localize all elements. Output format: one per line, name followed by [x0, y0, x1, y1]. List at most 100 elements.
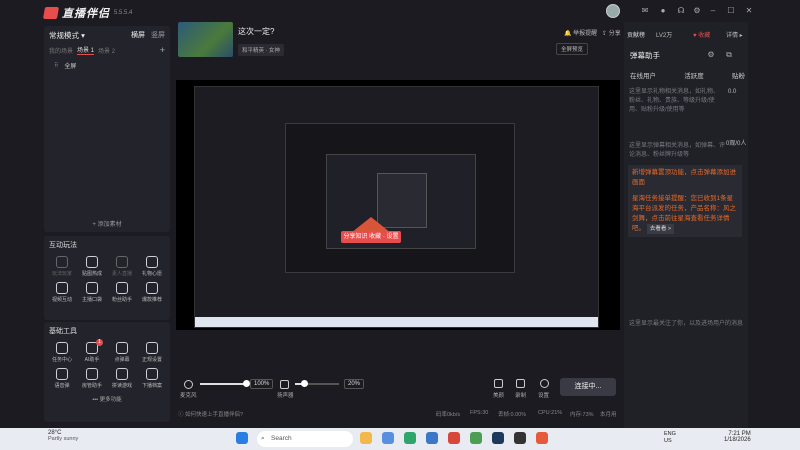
interactive-item[interactable]: 视频互动	[47, 282, 77, 303]
notification-badge: 1	[96, 339, 103, 346]
mic-volume-value[interactable]: 100%	[250, 379, 274, 389]
speaker-volume-value[interactable]: 20%	[344, 379, 365, 389]
interactive-item[interactable]: 素人直播	[107, 256, 137, 277]
contribution-rank-label[interactable]: 贡献榜	[627, 30, 645, 39]
interactive-item[interactable]: 玩法玩家	[47, 256, 77, 277]
microphone-icon[interactable]	[184, 380, 193, 389]
tool-item[interactable]: 房管助手	[77, 368, 107, 389]
tab-activity[interactable]: 活跃度	[684, 70, 704, 80]
windows-start-icon[interactable]	[236, 432, 248, 444]
settings-gear-icon[interactable]	[540, 379, 549, 388]
source-item[interactable]: ⠿ 全屏	[44, 55, 170, 76]
tool-item-icon	[146, 368, 158, 380]
tool-item-label: 拼读游戏	[111, 383, 132, 389]
scene-tab-2[interactable]: 场景 2	[98, 46, 115, 55]
minimize-icon[interactable]: –	[708, 6, 718, 16]
interactive-item-icon	[86, 282, 98, 294]
taskbar-search[interactable]: ⌕ Search	[257, 431, 353, 447]
gift-message-placeholder: 这里显示礼物相关消息，如礼物、粉丝、礼物、贵族、等级升级/使用、贴粉升级/使用等	[629, 89, 720, 113]
tab-portrait[interactable]: 竖屏	[151, 32, 165, 39]
danmaku-settings-icon[interactable]: ⚙	[706, 50, 716, 60]
stream-preview[interactable]: 分享知识 收藏 · 设置	[176, 80, 620, 330]
interactive-item[interactable]: 爆款推荐	[137, 282, 167, 303]
add-source-button[interactable]: + 添加素材	[44, 219, 170, 228]
report-button[interactable]: 🔔 举报提醒	[564, 28, 597, 37]
tab-landscape[interactable]: 横屏	[131, 32, 145, 39]
notice-task[interactable]: 星海任务接单提醒：您已收到1条星海平台派发的任务，产品名称：风之剑舞，点击前往星…	[628, 191, 742, 237]
stream-cover[interactable]	[178, 22, 233, 57]
interactive-item[interactable]: 粉丝助手	[107, 282, 137, 303]
tool-item-label: 房管助手	[81, 383, 102, 389]
record-label[interactable]: 录制	[515, 391, 526, 399]
stream-category[interactable]: 和平精英 · 女神	[238, 44, 284, 56]
app-icon-1[interactable]	[448, 432, 460, 444]
app-icon-2[interactable]	[470, 432, 482, 444]
interactive-item[interactable]: 贴图热成	[77, 256, 107, 277]
settings-icon[interactable]: ⚙	[692, 6, 702, 16]
edge-icon[interactable]	[404, 432, 416, 444]
settings-label[interactable]: 设置	[538, 391, 549, 399]
bitrate-status: 码率0kb/s	[436, 412, 461, 418]
headset-icon[interactable]: ☊	[676, 6, 686, 16]
interactive-item[interactable]: 主播口袋	[77, 282, 107, 303]
preview-nested-window: 分享知识 收藏 · 设置	[285, 123, 515, 273]
favorite-button[interactable]: ♥ 收藏	[693, 30, 710, 39]
tool-item-label: 语音弹	[54, 383, 70, 389]
preview-taskbar	[195, 317, 598, 327]
notification-icon[interactable]: ●	[658, 6, 668, 16]
app-logo: 直播伴侣 5.5.5.4	[42, 5, 132, 21]
more-functions-button[interactable]: ••• 更多功能	[44, 391, 170, 407]
weather-widget[interactable]: 28°C Partly sunny	[48, 430, 78, 442]
notice-more-button[interactable]: 去看看 >	[646, 224, 675, 234]
tool-item[interactable]: 任务中心	[47, 342, 77, 363]
notice-pin-feature[interactable]: 新增弹幕置顶功能，点击弹幕添加进画面	[628, 165, 742, 191]
tool-item[interactable]: 正规设置	[137, 342, 167, 363]
tool-item[interactable]: 拼读游戏	[107, 368, 137, 389]
store-icon[interactable]	[426, 432, 438, 444]
maximize-icon[interactable]: ☐	[726, 6, 736, 16]
os-taskbar	[0, 428, 800, 450]
tool-item[interactable]: 语音弹	[47, 368, 77, 389]
record-icon[interactable]	[516, 379, 525, 388]
danmaku-title: 弹幕助手	[630, 51, 660, 60]
avatar[interactable]	[606, 4, 620, 18]
steam-icon[interactable]	[492, 432, 504, 444]
connect-button[interactable]: 连接中...	[560, 378, 616, 396]
share-button[interactable]: ⇪ 分享	[602, 28, 621, 37]
tool-item[interactable]: AI助手 1	[77, 339, 107, 363]
rank-badge[interactable]: LV2万	[656, 30, 672, 39]
mic-label: 麦克风	[180, 393, 197, 399]
tool-item[interactable]: 下播档案	[137, 368, 167, 389]
clock[interactable]: 7:21 PM 1/18/2026	[724, 431, 751, 443]
tool-item[interactable]: 点弹幕	[107, 342, 137, 363]
stream-title[interactable]: 这次一定?	[238, 26, 274, 37]
interactive-item[interactable]: 礼物心愿	[137, 256, 167, 277]
add-scene-button[interactable]: +	[160, 45, 165, 55]
file-explorer-icon[interactable]	[360, 432, 372, 444]
close-icon[interactable]: ✕	[744, 6, 754, 16]
fullscreen-preview-button[interactable]: 全屏预览	[556, 43, 589, 55]
beauty-label[interactable]: 美颜	[493, 391, 504, 399]
speaker-icon[interactable]	[280, 380, 289, 389]
interactive-item-icon	[116, 256, 128, 268]
app-icon-3[interactable]	[514, 432, 526, 444]
mem-status: 内存:73%	[570, 412, 594, 418]
danmaku-popout-icon[interactable]: ⧉	[724, 50, 734, 60]
speaker-volume-slider[interactable]	[295, 380, 339, 387]
mode-selector[interactable]: 常规模式 ▾	[49, 30, 85, 41]
tab-online-users[interactable]: 在线用户	[630, 70, 656, 80]
language-indicator[interactable]: ENG US	[664, 431, 676, 445]
copilot-icon[interactable]	[382, 432, 394, 444]
mic-volume-slider[interactable]	[200, 380, 250, 387]
mail-icon[interactable]: ✉	[640, 6, 650, 16]
drag-handle-icon[interactable]: ⠿	[54, 62, 58, 69]
scene-tab-1[interactable]: 场景 1	[77, 45, 95, 55]
detail-button[interactable]: 详情 ▸	[726, 30, 743, 39]
comment-message-placeholder: 这里显示弹幕相关消息，如弹幕、评论消息、粉丝牌升级等	[629, 143, 726, 158]
usage-status: 本月用	[600, 412, 617, 418]
live-companion-taskbar-icon[interactable]	[536, 432, 548, 444]
help-link[interactable]: ⓘ 如何快速上手直播伴侣?	[178, 410, 243, 418]
clock-date: 1/18/2026	[724, 437, 751, 443]
beauty-icon[interactable]	[494, 379, 503, 388]
tab-fans[interactable]: 贴粉	[732, 70, 745, 80]
